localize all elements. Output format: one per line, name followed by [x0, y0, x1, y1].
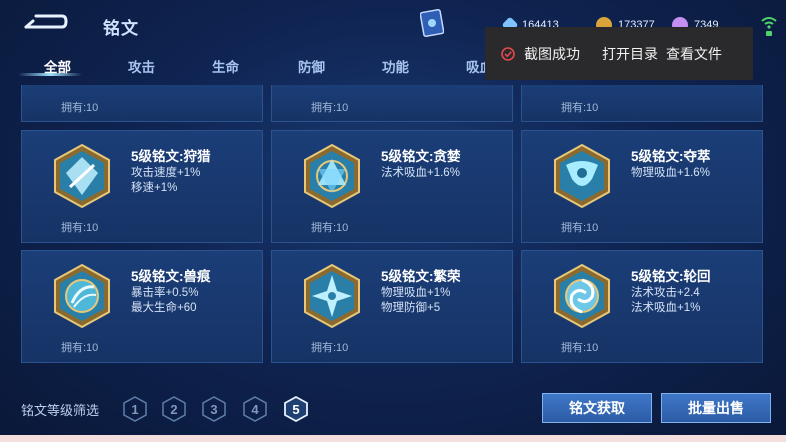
greed-rune-icon: [304, 143, 360, 209]
owned-count: 拥有:10: [311, 222, 349, 234]
rune-name: 5级铭文:繁荣: [381, 269, 461, 284]
owned-count: 拥有:10: [561, 342, 599, 354]
rune-attr: 物理吸血+1.6%: [631, 167, 710, 179]
rune-card[interactable]: 5级铭文:兽痕 暴击率+0.5% 最大生命+60 拥有:10: [21, 250, 263, 363]
rune-attributes: 法术吸血+1.6%: [381, 166, 460, 181]
toast-message: 截图成功: [524, 45, 580, 62]
level-number: 2: [170, 401, 178, 417]
rune-name: 5级铭文:兽痕: [131, 269, 211, 284]
tab-health[interactable]: 生命: [212, 56, 239, 76]
rune-attr: 攻击速度+1%: [131, 167, 201, 179]
wifi-status-icon: [761, 17, 777, 36]
reincarnation-rune-icon: [554, 263, 610, 329]
level-filter-label: 铭文等级筛选: [21, 403, 100, 418]
level-number: 3: [210, 401, 218, 417]
level-number: 5: [292, 401, 300, 417]
rune-card[interactable]: 5级铭文:夺萃 物理吸血+1.6% 拥有:10: [521, 130, 763, 243]
rune-acquire-button[interactable]: 铭文获取: [542, 393, 652, 423]
rune-attr: 暴击率+0.5%: [131, 287, 199, 299]
plunder-rune-icon: [554, 143, 610, 209]
level-filter-5[interactable]: 5: [283, 395, 309, 423]
rune-name: 5级铭文:贪婪: [381, 149, 461, 164]
hunt-rune-icon: [54, 143, 110, 209]
rune-card[interactable]: 5级铭文:狩猎 攻击速度+1% 移速+1% 拥有:10: [21, 130, 263, 243]
beast-mark-rune-icon: [54, 263, 110, 329]
owned-count: 拥有:10: [61, 102, 99, 114]
rune-attr: 法术攻击+2.4: [631, 287, 700, 299]
rune-name: 5级铭文:狩猎: [131, 149, 211, 164]
tab-function[interactable]: 功能: [382, 56, 409, 76]
page-title: 铭文: [103, 19, 139, 38]
rune-attr: 物理吸血+1%: [381, 287, 451, 299]
prosperity-rune-icon: [304, 263, 360, 329]
rune-attributes: 暴击率+0.5% 最大生命+60: [131, 286, 198, 316]
view-file-link[interactable]: 查看文件: [666, 44, 722, 64]
level-filter-2[interactable]: 2: [161, 396, 187, 422]
check-circle-icon: [501, 46, 515, 61]
bottom-strip: [0, 435, 786, 442]
rune-card[interactable]: 拥有:10: [21, 85, 263, 122]
owned-count: 拥有:10: [561, 222, 599, 234]
rune-attr: 最大生命+60: [131, 302, 197, 314]
screenshot-toast: 截图成功 打开目录 查看文件: [485, 27, 753, 80]
tab-defense[interactable]: 防御: [298, 56, 325, 76]
level-number: 4: [251, 401, 259, 417]
back-arrow-icon[interactable]: [22, 8, 68, 34]
rune-attributes: 攻击速度+1% 移速+1%: [131, 166, 200, 196]
rune-attributes: 法术攻击+2.4 法术吸血+1%: [631, 286, 700, 316]
level-filter-3[interactable]: 3: [201, 396, 227, 422]
rune-attr: 法术吸血+1.6%: [381, 167, 460, 179]
rune-name: 5级铭文:轮回: [631, 269, 711, 284]
owned-count: 拥有:10: [61, 222, 99, 234]
rune-card[interactable]: 拥有:10: [271, 85, 513, 122]
level-filter-1[interactable]: 1: [122, 396, 148, 422]
level-filter-4[interactable]: 4: [242, 396, 268, 422]
owned-count: 拥有:10: [61, 342, 99, 354]
rune-grid: 拥有:10 拥有:10 拥有:10 5级铭文:狩猎 攻击速度+1% 移速+1% …: [0, 85, 786, 390]
rune-name: 5级铭文:夺萃: [631, 149, 711, 164]
open-directory-link[interactable]: 打开目录: [602, 44, 658, 64]
owned-count: 拥有:10: [311, 102, 349, 114]
rune-card[interactable]: 5级铭文:繁荣 物理吸血+1% 物理防御+5 拥有:10: [271, 250, 513, 363]
rune-card[interactable]: 5级铭文:贪婪 法术吸血+1.6% 拥有:10: [271, 130, 513, 243]
tab-attack[interactable]: 攻击: [128, 56, 155, 76]
rune-attr: 物理防御+5: [381, 302, 441, 314]
rune-book-icon[interactable]: [420, 8, 444, 38]
level-number: 1: [131, 401, 139, 417]
rune-attributes: 物理吸血+1.6%: [631, 166, 710, 181]
owned-count: 拥有:10: [561, 102, 599, 114]
rune-attr: 法术吸血+1%: [631, 302, 701, 314]
rune-card[interactable]: 5级铭文:轮回 法术攻击+2.4 法术吸血+1% 拥有:10: [521, 250, 763, 363]
rune-card[interactable]: 拥有:10: [521, 85, 763, 122]
bulk-sell-button[interactable]: 批量出售: [661, 393, 771, 423]
rune-attributes: 物理吸血+1% 物理防御+5: [381, 286, 450, 316]
active-tab-indicator: [18, 73, 82, 76]
rune-attr: 移速+1%: [131, 182, 178, 194]
owned-count: 拥有:10: [311, 342, 349, 354]
